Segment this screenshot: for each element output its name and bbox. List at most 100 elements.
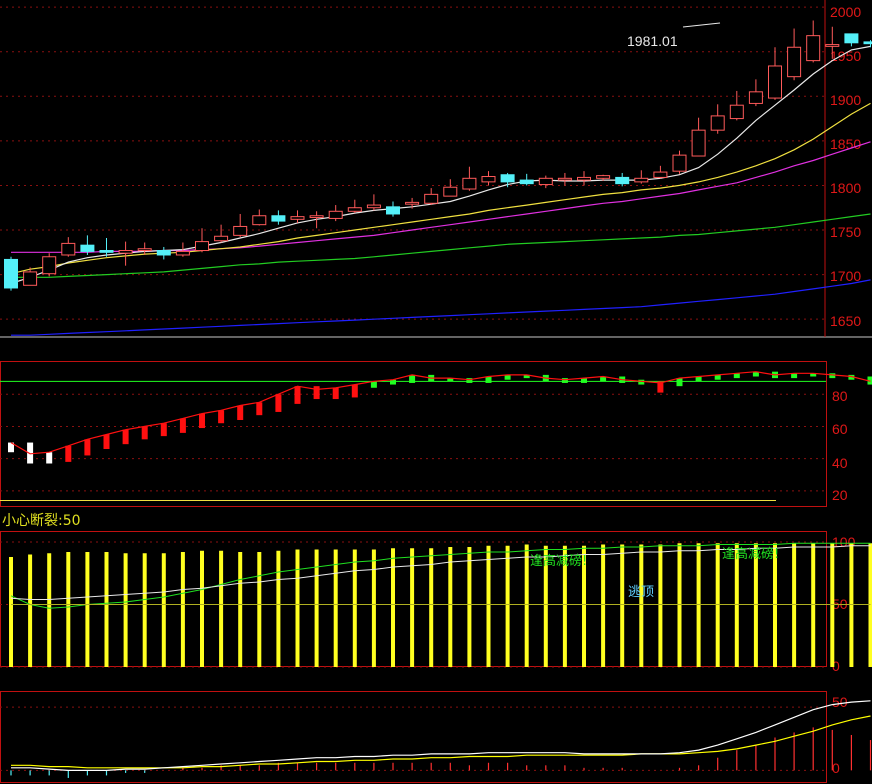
candle-body-45 — [863, 41, 872, 45]
candle-body-40 — [768, 65, 782, 99]
osc-bar-43 — [829, 373, 836, 379]
strength-bar-43 — [830, 543, 835, 667]
strength-bar-10 — [200, 550, 204, 667]
candle-body-36 — [691, 129, 706, 157]
strength-bar-1 — [28, 554, 33, 667]
candle-body-25 — [481, 176, 496, 183]
osc-bar-18 — [351, 384, 358, 398]
candle-body-6 — [118, 250, 133, 254]
strength-bar-32 — [620, 544, 625, 667]
strength-bar-4 — [85, 552, 90, 667]
strength-bar-31 — [601, 544, 606, 667]
stock-chart[interactable]: 2000 1950 1900 1850 1800 1750 1700 1650 … — [0, 0, 872, 784]
candle-body-42 — [806, 35, 821, 62]
price-tick-1650: 1650 — [830, 313, 861, 329]
price-tick-1750: 1750 — [830, 224, 861, 240]
strength-bar-37 — [715, 543, 720, 667]
candle-body-4 — [80, 244, 95, 252]
strength-bar-19 — [371, 549, 376, 667]
osc-bar-7 — [141, 426, 148, 440]
candle-body-35 — [672, 154, 687, 172]
candle-body-26 — [500, 174, 515, 183]
osc-bar-12 — [237, 405, 244, 420]
candle-body-14 — [271, 215, 286, 222]
osc-bar-21 — [409, 374, 416, 383]
osc-bar-15 — [294, 386, 301, 404]
strength-bar-0 — [9, 557, 13, 667]
candle-body-19 — [366, 204, 381, 209]
candle-body-8 — [156, 250, 171, 256]
strength-bar-14 — [276, 550, 281, 667]
candle-body-13 — [252, 215, 267, 226]
candle-body-43 — [825, 44, 840, 47]
strength-bar-42 — [811, 543, 816, 667]
strength-bar-34 — [658, 544, 663, 667]
strength-bar-24 — [467, 547, 472, 667]
candle-body-30 — [577, 176, 591, 181]
escape-top-note: 逃顶 — [628, 585, 654, 600]
strength-bar-2 — [47, 553, 52, 667]
candle-body-7 — [137, 248, 152, 252]
candle-body-0 — [4, 258, 18, 289]
osc-bar-4 — [84, 439, 91, 456]
strength-panel-title: 小心断裂:50 — [2, 513, 81, 529]
candle-body-12 — [233, 225, 248, 236]
strength-bar-20 — [391, 548, 395, 667]
osc-bar-16 — [313, 386, 320, 400]
strength-bar-13 — [257, 552, 262, 667]
peak-warning-note-1: 逢高减磅! — [530, 553, 587, 569]
high-price-label: 1981.01 — [627, 33, 678, 49]
candle-body-5 — [99, 250, 114, 253]
price-tick-1900: 1900 — [830, 92, 861, 108]
osc-bar-14 — [275, 394, 282, 412]
price-tick-1800: 1800 — [830, 180, 861, 196]
candle-body-39 — [748, 91, 763, 104]
candle-body-37 — [710, 115, 725, 131]
strength-bar-9 — [180, 552, 185, 667]
candle-body-10 — [195, 241, 209, 252]
osc-bar-2 — [46, 452, 53, 464]
candle-body-38 — [729, 104, 744, 120]
candle-body-15 — [290, 216, 305, 220]
strength-bar-6 — [123, 553, 128, 667]
osc-bar-35 — [676, 378, 683, 387]
osc-bar-8 — [160, 423, 167, 437]
candle-body-41 — [787, 46, 802, 78]
candle-body-21 — [405, 201, 420, 205]
strength-bar-12 — [238, 552, 243, 667]
osc-bar-9 — [179, 418, 186, 433]
osc-bar-10 — [199, 413, 205, 429]
strength-bar-22 — [429, 548, 434, 667]
strength-bar-17 — [333, 549, 338, 667]
strength-bar-44 — [849, 543, 854, 667]
strength-bar-15 — [295, 549, 300, 667]
candle-body-1 — [23, 271, 38, 286]
candle-body-22 — [424, 193, 439, 204]
candle-body-23 — [443, 186, 458, 197]
osc-bar-33 — [638, 379, 645, 385]
osc-bar-19 — [370, 381, 377, 388]
candle-body-2 — [42, 256, 57, 275]
strength-bar-3 — [66, 552, 71, 667]
candle-body-28 — [538, 177, 553, 186]
price-tick-2000: 2000 — [830, 4, 861, 20]
osc-tick-40: 40 — [832, 455, 848, 471]
candle-body-27 — [519, 179, 534, 185]
candle-body-11 — [214, 235, 229, 242]
strength-bar-45 — [868, 543, 872, 667]
candle-body-34 — [653, 171, 668, 178]
candle-body-32 — [615, 176, 630, 185]
strength-bar-36 — [696, 543, 701, 667]
osc-tick-60: 60 — [832, 421, 848, 437]
osc-bar-29 — [561, 378, 568, 383]
strength-bar-7 — [142, 553, 147, 667]
macd-tick-50: 50 — [832, 694, 848, 710]
peak-warning-note-2: 逢高减磅! — [722, 546, 779, 562]
strength-bar-27 — [524, 544, 529, 667]
candle-body-44 — [844, 33, 859, 44]
strength-bar-23 — [448, 547, 453, 667]
price-tick-1950: 1950 — [830, 48, 861, 64]
candle-body-33 — [634, 177, 649, 183]
strength-bar-33 — [639, 544, 644, 667]
osc-bar-11 — [218, 410, 225, 424]
